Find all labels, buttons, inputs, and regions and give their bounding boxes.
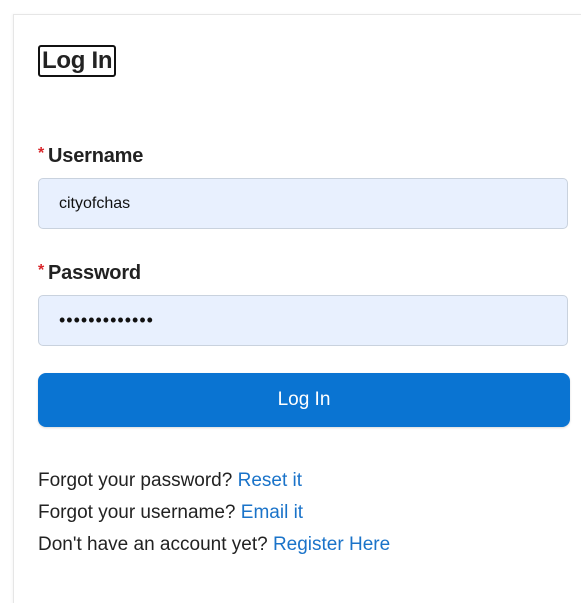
email-username-link[interactable]: Email it	[241, 502, 303, 523]
username-label: * Username	[38, 142, 143, 168]
page: Log In *Username *Password Log In Forgot…	[0, 0, 581, 603]
forgot-password-text: Forgot your password?	[38, 470, 233, 491]
required-marker: *	[38, 145, 45, 162]
reset-password-link[interactable]: Reset it	[238, 470, 302, 491]
help-links: Forgot your password? Reset it Forgot yo…	[38, 465, 390, 561]
forgot-username-line: Forgot your username? Email it	[38, 497, 390, 529]
forgot-username-text: Forgot your username?	[38, 502, 236, 523]
forgot-password-line: Forgot your password? Reset it	[38, 465, 390, 497]
password-input[interactable]	[38, 295, 568, 346]
required-marker: *	[38, 262, 45, 279]
page-title: Log In	[38, 45, 117, 77]
username-label-text: Username	[48, 145, 144, 167]
password-label-text: Password	[48, 262, 141, 284]
register-text: Don't have an account yet?	[38, 534, 268, 555]
register-line: Don't have an account yet? Register Here	[38, 529, 390, 561]
login-card: Log In *Username *Password Log In Forgot…	[13, 14, 581, 603]
password-label: * Password	[38, 259, 141, 285]
username-input[interactable]	[38, 178, 568, 229]
login-button[interactable]: Log In	[38, 373, 570, 427]
register-link[interactable]: Register Here	[273, 534, 390, 555]
